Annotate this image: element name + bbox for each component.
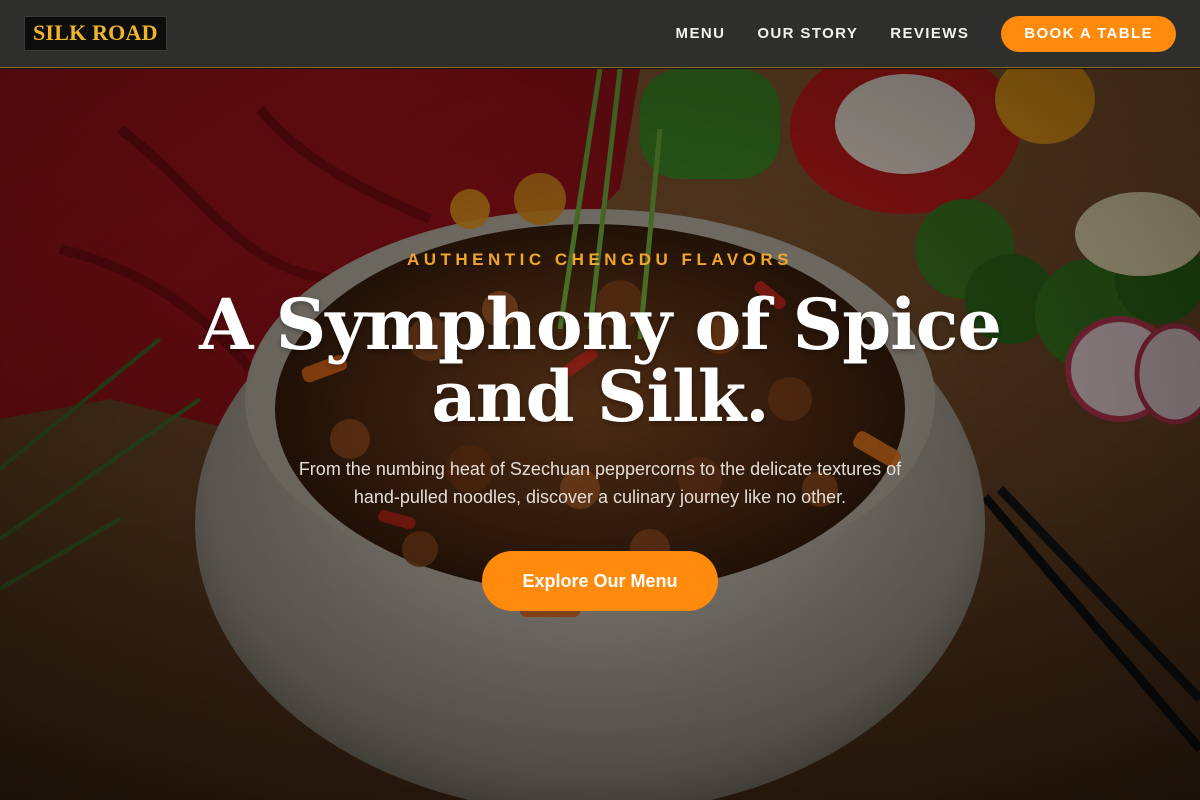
hero-eyebrow: AUTHENTIC CHENGDU FLAVORS [406,250,794,269]
book-table-button[interactable]: BOOK A TABLE [1001,15,1176,52]
site-header: SILK ROAD MENU OUR STORY REVIEWS BOOK A … [0,0,1200,68]
main-nav: MENU OUR STORY REVIEWS BOOK A TABLE [676,15,1176,52]
nav-link-our-story[interactable]: OUR STORY [757,25,858,42]
hero-lead-line2: hand-pulled noodles, discover a culinary… [353,487,847,507]
hero-headline-line1: A Symphony of Spice [199,283,1002,366]
hero-headline: A Symphony of Spice and Silk. [0,289,1200,433]
nav-link-menu[interactable]: MENU [676,25,726,42]
hero-content: AUTHENTIC CHENGDU FLAVORS A Symphony of … [0,69,1200,800]
brand-logo[interactable]: SILK ROAD [24,16,167,51]
hero-headline-line2: and Silk. [431,355,769,438]
nav-link-reviews[interactable]: REVIEWS [890,25,969,42]
hero-lead-line1: From the numbing heat of Szechuan pepper… [298,459,902,479]
landing-page: SILK ROAD MENU OUR STORY REVIEWS BOOK A … [0,0,1200,800]
hero-section: AUTHENTIC CHENGDU FLAVORS A Symphony of … [0,69,1200,800]
explore-menu-button[interactable]: Explore Our Menu [482,551,718,611]
hero-lead: From the numbing heat of Szechuan pepper… [250,455,950,511]
